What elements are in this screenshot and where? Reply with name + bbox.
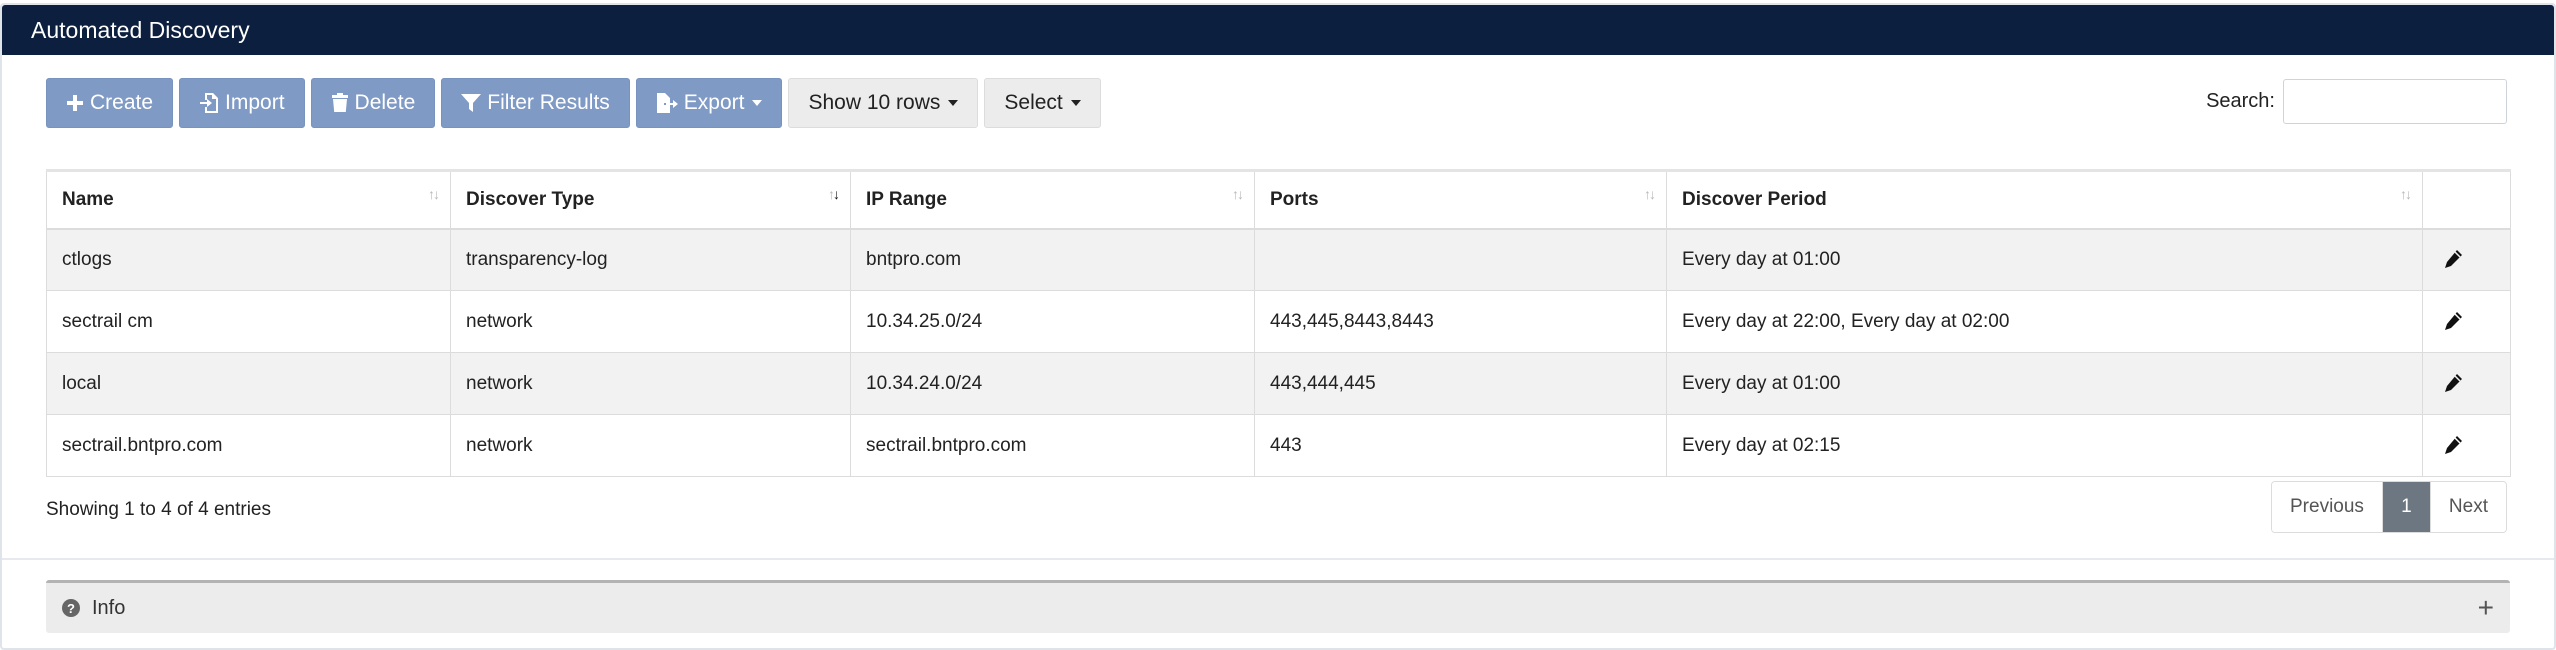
sort-icon: ↑↓ [428, 186, 440, 202]
file-export-icon [656, 93, 678, 113]
create-button-label: Create [90, 91, 154, 114]
filter-icon [461, 94, 482, 112]
cell-name: sectrail cm [46, 290, 451, 353]
file-import-icon [200, 93, 219, 113]
cell-ip-range: sectrail.bntpro.com [850, 414, 1255, 477]
sort-icon: ↑↓ [1644, 186, 1656, 202]
cell-ports: 443,445,8443,8443 [1254, 290, 1667, 353]
column-header-label: Discover Type [466, 188, 595, 210]
trash-icon [331, 93, 348, 112]
column-header-label: IP Range [866, 188, 947, 210]
delete-button-label: Delete [354, 91, 416, 114]
cell-actions [2422, 352, 2511, 415]
plus-icon [67, 95, 83, 111]
table-header-row: Name ↑↓ Discover Type ↑↓ IP Range ↑↓ Por… [46, 169, 2511, 230]
pagination: Previous 1 Next [2271, 481, 2507, 533]
cell-discover-type: transparency-log [450, 228, 851, 291]
column-header-label: Name [62, 188, 114, 210]
column-header-discover-period[interactable]: Discover Period ↑↓ [1666, 169, 2423, 230]
edit-button[interactable] [2438, 244, 2468, 274]
cell-discover-period: Every day at 22:00, Every day at 02:00 [1666, 290, 2423, 353]
next-page-button[interactable]: Next [2430, 482, 2506, 532]
edit-button[interactable] [2438, 430, 2468, 460]
edit-button[interactable] [2438, 306, 2468, 336]
chevron-down-icon [752, 100, 763, 106]
cell-name: local [46, 352, 451, 415]
select-dropdown[interactable]: Select [984, 78, 1101, 128]
sort-icon: ↑↓ [2400, 186, 2412, 202]
chevron-down-icon [1070, 100, 1081, 106]
table-info: Showing 1 to 4 of 4 entries [46, 499, 271, 520]
cell-discover-type: network [450, 290, 851, 353]
cell-discover-type: network [450, 352, 851, 415]
pencil-icon [2445, 436, 2462, 454]
search-input[interactable] [2283, 79, 2507, 124]
column-header-discover-type[interactable]: Discover Type ↑↓ [450, 169, 851, 230]
cell-ports: 443,444,445 [1254, 352, 1667, 415]
table-row[interactable]: ctlogs transparency-log bntpro.com Every… [46, 228, 2511, 291]
sort-descending-icon: ↑↓ [828, 186, 840, 202]
pencil-icon [2445, 250, 2462, 269]
table-row[interactable]: sectrail cm network 10.34.25.0/24 443,44… [46, 290, 2511, 353]
cell-discover-type: network [450, 414, 851, 477]
column-header-ports[interactable]: Ports ↑↓ [1254, 169, 1667, 230]
cell-actions [2422, 414, 2511, 477]
column-header-ip-range[interactable]: IP Range ↑↓ [850, 169, 1255, 230]
select-label: Select [1004, 91, 1063, 114]
column-header-actions [2422, 169, 2511, 230]
column-header-label: Discover Period [1682, 188, 1827, 210]
export-button-label: Export [683, 91, 745, 114]
table-row[interactable]: sectrail.bntpro.com network sectrail.bnt… [46, 414, 2511, 477]
create-button[interactable]: Create [46, 78, 174, 128]
column-header-name[interactable]: Name ↑↓ [46, 169, 451, 230]
automated-discovery-panel: Automated Discovery Create Import Delete… [0, 3, 2556, 650]
sort-icon: ↑↓ [1232, 186, 1244, 202]
question-circle-icon: ? [62, 599, 80, 617]
cell-ports: 443 [1254, 414, 1667, 477]
chevron-down-icon [948, 100, 959, 106]
import-button[interactable]: Import [179, 78, 305, 128]
search-label: Search: [2206, 90, 2275, 112]
cell-name: sectrail.bntpro.com [46, 414, 451, 477]
divider [2, 558, 2554, 560]
pencil-icon [2445, 374, 2462, 392]
delete-button[interactable]: Delete [310, 78, 436, 128]
page-button-current[interactable]: 1 [2382, 482, 2431, 532]
edit-button[interactable] [2438, 368, 2468, 398]
panel-title: Automated Discovery [2, 5, 2554, 55]
search-box: Search: [2206, 79, 2507, 124]
cell-ip-range: 10.34.25.0/24 [850, 290, 1255, 353]
filter-results-button[interactable]: Filter Results [441, 78, 630, 128]
cell-discover-period: Every day at 01:00 [1666, 352, 2423, 415]
import-button-label: Import [225, 91, 285, 114]
cell-name: ctlogs [46, 228, 451, 291]
toolbar: Create Import Delete Filter Results Expo… [46, 78, 1101, 128]
discovery-table: Name ↑↓ Discover Type ↑↓ IP Range ↑↓ Por… [46, 169, 2511, 477]
cell-discover-period: Every day at 02:15 [1666, 414, 2423, 477]
show-rows-dropdown[interactable]: Show 10 rows [788, 78, 979, 128]
cell-actions [2422, 290, 2511, 353]
cell-actions [2422, 228, 2511, 291]
pencil-icon [2445, 312, 2462, 330]
filter-results-label: Filter Results [487, 91, 610, 114]
info-section-label: Info [92, 596, 126, 619]
export-button[interactable]: Export [635, 78, 783, 128]
cell-discover-period: Every day at 01:00 [1666, 228, 2423, 291]
cell-ip-range: bntpro.com [850, 228, 1255, 291]
column-header-label: Ports [1270, 188, 1319, 210]
show-rows-label: Show 10 rows [808, 91, 941, 114]
cell-ip-range: 10.34.24.0/24 [850, 352, 1255, 415]
previous-page-button[interactable]: Previous [2272, 482, 2383, 532]
info-section-toggle[interactable]: ? Info + [46, 580, 2510, 633]
table-row[interactable]: local network 10.34.24.0/24 443,444,445 … [46, 352, 2511, 415]
expand-plus-icon[interactable]: + [2478, 594, 2494, 622]
cell-ports [1254, 228, 1667, 291]
